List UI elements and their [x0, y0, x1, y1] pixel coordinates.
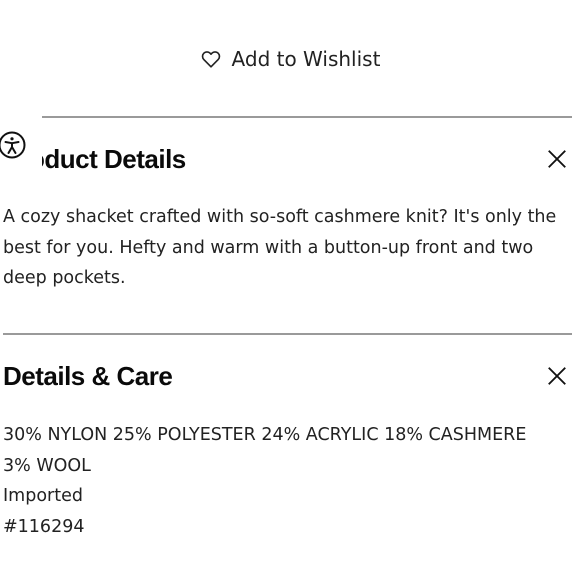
divider [3, 116, 572, 118]
product-details-header[interactable]: oduct Details [3, 137, 575, 181]
product-details-title: oduct Details [29, 143, 186, 174]
product-number: #116294 [3, 516, 85, 537]
accessibility-icon [0, 131, 26, 159]
details-care-header[interactable]: Details & Care [3, 354, 575, 398]
material-composition-continued: 3% WOOL [3, 455, 91, 476]
product-description: A cozy shacket crafted with so-soft cash… [3, 207, 557, 288]
add-to-wishlist-button[interactable]: Add to Wishlist [0, 40, 580, 78]
heart-icon [200, 48, 222, 70]
accessibility-button[interactable] [0, 113, 42, 177]
material-composition: 30% NYLON 25% POLYESTER 24% ACRYLIC 18% … [3, 425, 527, 445]
product-details-close-button[interactable] [543, 145, 571, 173]
close-icon [548, 150, 566, 168]
wishlist-label: Add to Wishlist [231, 47, 381, 71]
origin-text: Imported [3, 486, 83, 506]
details-care-close-button[interactable] [543, 362, 571, 390]
details-care-list: 30% NYLON 25% POLYESTER 24% ACRYLIC 18% … [3, 420, 569, 542]
product-info-panel: Add to Wishlist oduct Details A cozy sha… [0, 0, 580, 580]
divider [3, 333, 572, 335]
details-care-title: Details & Care [3, 360, 173, 391]
close-icon [548, 367, 566, 385]
